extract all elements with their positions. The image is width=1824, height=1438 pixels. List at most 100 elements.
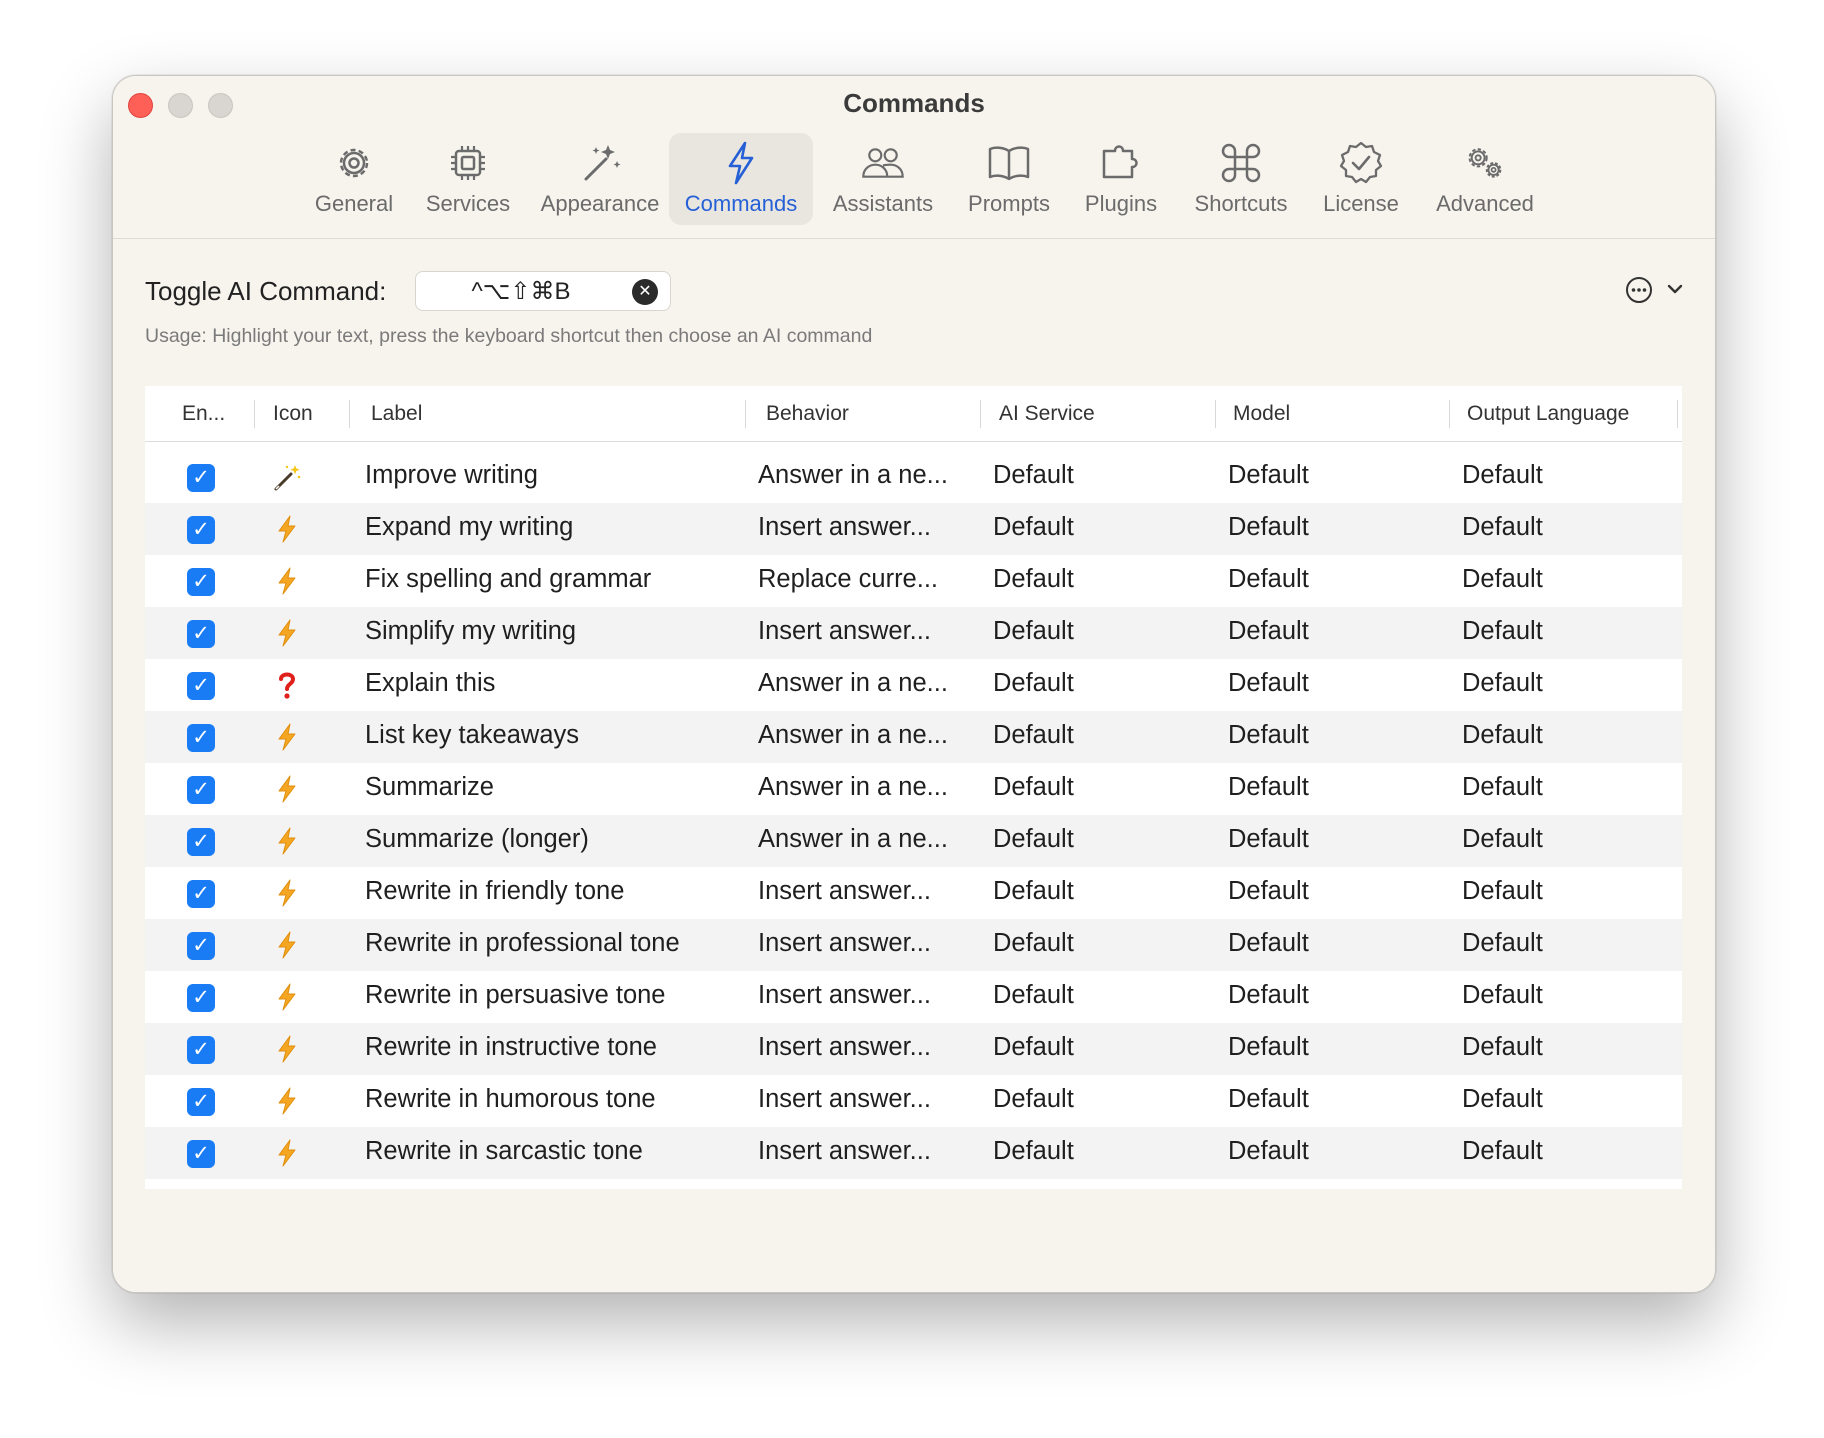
enabled-checkbox[interactable]: ✓ [187,880,215,908]
enabled-checkbox[interactable]: ✓ [187,1036,215,1064]
row-model[interactable]: Default [1228,1085,1309,1114]
row-behavior[interactable]: Insert answer... [758,1033,931,1062]
row-model[interactable]: Default [1228,825,1309,854]
row-output-language[interactable]: Default [1462,825,1543,854]
row-ai-service[interactable]: Default [993,773,1074,802]
row-model[interactable]: Default [1228,773,1309,802]
column-header-ai-service[interactable]: AI Service [999,402,1095,426]
enabled-checkbox[interactable]: ✓ [187,776,215,804]
column-header-model[interactable]: Model [1233,402,1290,426]
row-behavior[interactable]: Replace curre... [758,565,938,594]
row-model[interactable]: Default [1228,617,1309,646]
tab-services[interactable]: Services [411,133,525,225]
row-behavior[interactable]: Insert answer... [758,1137,931,1166]
row-output-language[interactable]: Default [1462,981,1543,1010]
row-behavior[interactable]: Answer in a ne... [758,825,948,854]
column-header-behavior[interactable]: Behavior [766,402,849,426]
tab-plugins[interactable]: Plugins [1065,133,1177,225]
enabled-checkbox[interactable]: ✓ [187,568,215,596]
column-divider[interactable] [980,400,981,428]
column-divider[interactable] [1215,400,1216,428]
row-output-language[interactable]: Default [1462,721,1543,750]
row-model[interactable]: Default [1228,721,1309,750]
row-ai-service[interactable]: Default [993,721,1074,750]
row-output-language[interactable]: Default [1462,1085,1543,1114]
row-output-language[interactable]: Default [1462,669,1543,698]
row-behavior[interactable]: Insert answer... [758,981,931,1010]
table-row[interactable]: ✓ Improve writing Answer in a ne... Defa… [145,451,1682,503]
tab-prompts[interactable]: Prompts [953,133,1065,225]
tab-license[interactable]: License [1305,133,1417,225]
row-model[interactable]: Default [1228,461,1309,490]
row-behavior[interactable]: Answer in a ne... [758,721,948,750]
column-header-label[interactable]: Label [371,402,422,426]
table-row[interactable]: ✓ Rewrite in persuasive tone Insert answ… [145,971,1682,1023]
row-output-language[interactable]: Default [1462,773,1543,802]
table-row[interactable]: ✓ Rewrite in humorous tone Insert answer… [145,1075,1682,1127]
enabled-checkbox[interactable]: ✓ [187,620,215,648]
table-row[interactable]: ✓ Fix spelling and grammar Replace curre… [145,555,1682,607]
row-ai-service[interactable]: Default [993,565,1074,594]
row-ai-service[interactable]: Default [993,1033,1074,1062]
clear-shortcut-button[interactable]: ✕ [632,279,658,305]
row-model[interactable]: Default [1228,981,1309,1010]
enabled-checkbox[interactable]: ✓ [187,932,215,960]
row-model[interactable]: Default [1228,1033,1309,1062]
row-ai-service[interactable]: Default [993,825,1074,854]
row-behavior[interactable]: Insert answer... [758,617,931,646]
enabled-checkbox[interactable]: ✓ [187,1088,215,1116]
row-output-language[interactable]: Default [1462,1033,1543,1062]
more-options-icon[interactable] [1625,276,1653,304]
row-behavior[interactable]: Insert answer... [758,877,931,906]
row-ai-service[interactable]: Default [993,1085,1074,1114]
row-output-language[interactable]: Default [1462,513,1543,542]
chevron-down-icon[interactable] [1665,279,1685,299]
column-divider[interactable] [254,400,255,428]
row-behavior[interactable]: Insert answer... [758,929,931,958]
row-model[interactable]: Default [1228,877,1309,906]
row-behavior[interactable]: Answer in a ne... [758,669,948,698]
row-ai-service[interactable]: Default [993,461,1074,490]
row-behavior[interactable]: Insert answer... [758,1085,931,1114]
row-ai-service[interactable]: Default [993,877,1074,906]
table-row[interactable]: ✓ Expand my writing Insert answer... Def… [145,503,1682,555]
row-ai-service[interactable]: Default [993,1137,1074,1166]
shortcut-recorder[interactable]: ^⌥⇧⌘B ✕ [415,271,671,311]
column-divider[interactable] [1449,400,1450,428]
tab-commands[interactable]: Commands [669,133,813,225]
row-model[interactable]: Default [1228,669,1309,698]
row-model[interactable]: Default [1228,513,1309,542]
column-header-icon[interactable]: Icon [273,402,313,426]
column-header-output-language[interactable]: Output Language [1467,402,1629,426]
table-row[interactable]: ✓ Simplify my writing Insert answer... D… [145,607,1682,659]
row-behavior[interactable]: Insert answer... [758,513,931,542]
row-behavior[interactable]: Answer in a ne... [758,461,948,490]
row-output-language[interactable]: Default [1462,565,1543,594]
table-row[interactable]: ✓ Rewrite in friendly tone Insert answer… [145,867,1682,919]
column-divider[interactable] [745,400,746,428]
row-output-language[interactable]: Default [1462,617,1543,646]
row-output-language[interactable]: Default [1462,929,1543,958]
tab-appearance[interactable]: Appearance [525,133,675,225]
column-divider[interactable] [349,400,350,428]
table-row[interactable]: ✓ Summarize Answer in a ne... Default De… [145,763,1682,815]
tab-assistants[interactable]: Assistants [813,133,953,225]
row-model[interactable]: Default [1228,929,1309,958]
column-header-enabled[interactable]: En... [182,402,225,426]
enabled-checkbox[interactable]: ✓ [187,516,215,544]
row-ai-service[interactable]: Default [993,981,1074,1010]
column-divider[interactable] [1677,400,1678,428]
enabled-checkbox[interactable]: ✓ [187,828,215,856]
tab-advanced[interactable]: Advanced [1417,133,1553,225]
table-row[interactable]: ✓ Rewrite in professional tone Insert an… [145,919,1682,971]
row-ai-service[interactable]: Default [993,669,1074,698]
enabled-checkbox[interactable]: ✓ [187,1140,215,1168]
enabled-checkbox[interactable]: ✓ [187,464,215,492]
enabled-checkbox[interactable]: ✓ [187,724,215,752]
table-row[interactable]: ✓ Rewrite in instructive tone Insert ans… [145,1023,1682,1075]
row-behavior[interactable]: Answer in a ne... [758,773,948,802]
row-ai-service[interactable]: Default [993,513,1074,542]
row-output-language[interactable]: Default [1462,461,1543,490]
table-row[interactable]: ✓ Rewrite in sarcastic tone Insert answe… [145,1127,1682,1179]
row-output-language[interactable]: Default [1462,877,1543,906]
